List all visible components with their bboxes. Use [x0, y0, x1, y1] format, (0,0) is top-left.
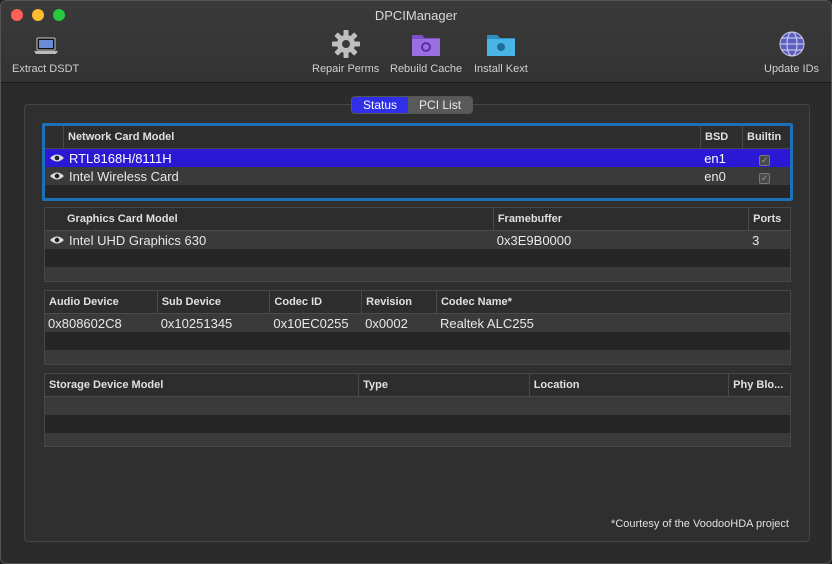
sub-device-header[interactable]: Sub Device: [158, 291, 271, 313]
audio-table[interactable]: Audio Device Sub Device Codec ID Revisio…: [44, 290, 791, 365]
empty-row: [45, 415, 790, 433]
blue-folder-icon: [486, 35, 515, 56]
empty-row: [45, 267, 790, 281]
footer-note: *Courtesy of the VoodooHDA project: [611, 518, 789, 530]
sub-device-cell: 0x10251345: [160, 315, 233, 331]
toolbar: DPCIManager Extract DSDT Repair Perms Re…: [1, 1, 831, 83]
graphics-table-header: Graphics Card Model Framebuffer Ports: [45, 208, 790, 231]
builtin-checkbox[interactable]: ✓: [759, 154, 771, 166]
empty-row: [45, 397, 790, 415]
globe-icon: [779, 31, 805, 57]
bsd-cell: en1: [704, 150, 726, 166]
repair-perms-button[interactable]: Repair Perms: [312, 29, 379, 75]
phy-block-header[interactable]: Phy Blo...: [729, 374, 790, 396]
network-model-cell: Intel Wireless Card: [68, 168, 179, 184]
network-table-header: Network Card Model BSD Builtin: [45, 126, 790, 149]
rebuild-cache-label: Rebuild Cache: [390, 63, 463, 75]
ports-header[interactable]: Ports: [749, 208, 790, 230]
ports-cell: 3: [752, 232, 760, 248]
tab-status[interactable]: Status: [352, 97, 409, 113]
revision-cell: 0x0002: [365, 315, 408, 331]
purple-folder-icon: [412, 35, 441, 56]
extract-dsdt-button[interactable]: Extract DSDT: [12, 29, 79, 75]
install-kext-button[interactable]: Install Kext: [474, 29, 528, 75]
type-header[interactable]: Type: [359, 374, 530, 396]
network-model-cell: RTL8168H/8111H: [68, 150, 172, 166]
rebuild-cache-button[interactable]: Rebuild Cache: [390, 29, 462, 75]
codec-id-cell: 0x10EC0255: [273, 315, 349, 331]
repair-perms-label: Repair Perms: [312, 63, 380, 75]
codec-name-header[interactable]: Codec Name*: [437, 291, 790, 313]
eye-column-header: [45, 126, 64, 148]
framebuffer-header[interactable]: Framebuffer: [494, 208, 750, 230]
framebuffer-cell: 0x3E9B0000: [496, 232, 572, 248]
app-window: DPCIManager Extract DSDT Repair Perms Re…: [0, 0, 832, 564]
tab-pci-list[interactable]: PCI List: [408, 97, 473, 113]
network-model-header[interactable]: Network Card Model: [64, 126, 701, 148]
table-row[interactable]: Intel Wireless Card en0 ✓: [45, 167, 790, 185]
codec-name-cell: Realtek ALC255: [439, 315, 534, 331]
location-header[interactable]: Location: [530, 374, 730, 396]
audio-device-cell: 0x808602C8: [48, 315, 122, 331]
builtin-checkbox[interactable]: ✓: [759, 172, 771, 184]
update-ids-button[interactable]: Update IDs: [764, 29, 819, 75]
graphics-model-header[interactable]: Graphics Card Model: [45, 208, 494, 230]
empty-row: [45, 332, 790, 350]
empty-row: [45, 249, 790, 267]
extract-dsdt-label: Extract DSDT: [12, 63, 80, 75]
table-row[interactable]: 0x808602C8 0x10251345 0x10EC0255 0x0002 …: [45, 314, 790, 332]
storage-table-header: Storage Device Model Type Location Phy B…: [45, 374, 790, 397]
eye-icon[interactable]: [48, 151, 66, 165]
view-segmented-control: Status PCI List: [351, 96, 474, 114]
update-ids-label: Update IDs: [764, 63, 820, 75]
window-title: DPCIManager: [374, 8, 458, 23]
laptop-icon: [33, 37, 58, 54]
graphics-model-cell: Intel UHD Graphics 630: [68, 232, 207, 248]
eye-icon[interactable]: [48, 233, 66, 247]
network-table[interactable]: Network Card Model BSD Builtin RTL8168H/…: [42, 123, 793, 201]
bsd-cell: en0: [704, 168, 726, 184]
eye-icon[interactable]: [48, 169, 66, 183]
bsd-header[interactable]: BSD: [701, 126, 743, 148]
storage-table[interactable]: Storage Device Model Type Location Phy B…: [44, 373, 791, 447]
graphics-table[interactable]: Graphics Card Model Framebuffer Ports In…: [44, 207, 791, 282]
install-kext-label: Install Kext: [474, 63, 528, 75]
revision-header[interactable]: Revision: [362, 291, 437, 313]
table-row[interactable]: Intel UHD Graphics 630 0x3E9B0000 3: [45, 231, 790, 249]
empty-row: [45, 433, 790, 446]
audio-table-header: Audio Device Sub Device Codec ID Revisio…: [45, 291, 790, 314]
table-row[interactable]: RTL8168H/8111H en1 ✓: [45, 149, 790, 167]
gear-icon: [331, 30, 360, 58]
builtin-header[interactable]: Builtin: [743, 126, 790, 148]
empty-row: [45, 350, 790, 364]
storage-model-header[interactable]: Storage Device Model: [45, 374, 360, 396]
codec-id-header[interactable]: Codec ID: [270, 291, 363, 313]
audio-device-header[interactable]: Audio Device: [45, 291, 158, 313]
